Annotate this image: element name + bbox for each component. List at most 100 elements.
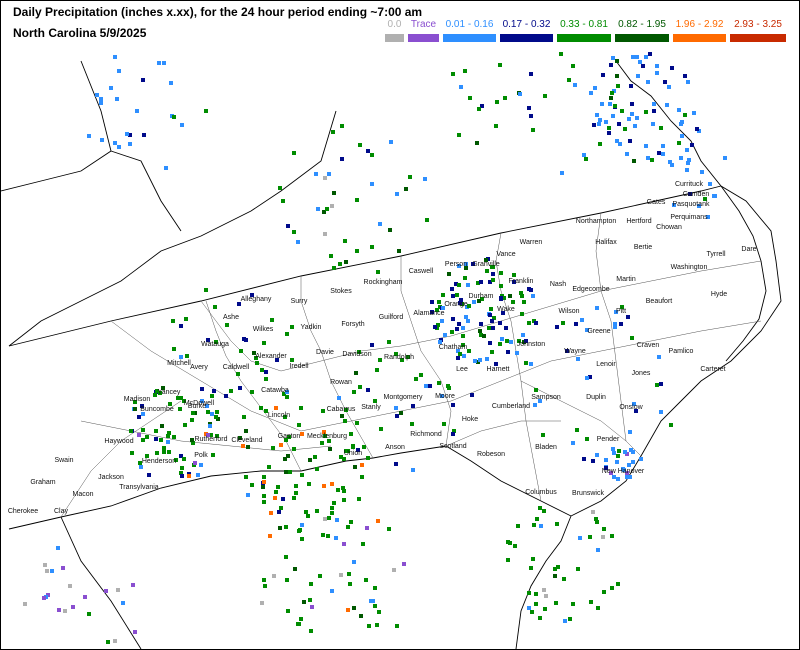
station-marker [644,55,648,59]
county-label: Duplin [586,394,606,401]
county-label: Edgecombe [572,286,609,293]
station-marker [130,451,134,455]
station-marker [342,498,346,502]
station-marker [668,160,672,164]
station-marker [394,462,398,466]
station-marker [612,451,616,455]
station-marker [560,171,564,175]
station-marker [467,349,471,353]
station-marker [190,418,194,422]
station-marker [183,423,187,427]
county-label: Camden [683,191,710,198]
station-marker [433,325,437,329]
county-label: Randolph [384,354,414,361]
station-marker [355,421,359,425]
station-marker [595,113,599,117]
county-label: Swain [54,457,73,464]
station-marker [447,272,451,276]
station-marker [285,332,289,336]
station-marker [685,148,689,152]
station-marker [604,458,608,462]
station-marker [154,437,158,441]
station-marker [611,114,615,118]
station-marker [512,273,516,277]
county-label: Surry [291,298,308,305]
county-label: Orange [444,301,467,308]
station-marker [489,307,493,311]
county-label: Anson [385,444,405,451]
station-marker [631,460,635,464]
station-marker [153,393,157,397]
station-marker [598,142,602,146]
station-marker [443,333,447,337]
station-marker [591,459,595,463]
station-marker [113,141,117,145]
station-marker [262,341,266,345]
station-marker [178,407,182,411]
station-marker [529,566,533,570]
station-marker [184,317,188,321]
station-marker [531,128,535,132]
station-marker [683,74,687,78]
station-marker [241,444,245,448]
station-marker [532,523,536,527]
station-marker [378,222,382,226]
ky-va-border [1,60,112,192]
station-marker [589,600,593,604]
station-marker [451,403,455,407]
station-marker [670,66,674,70]
station-marker [411,404,415,408]
station-marker [359,614,363,618]
station-marker [355,198,359,202]
county-label: Moore [435,393,455,400]
station-marker [490,350,494,354]
station-marker [534,321,538,325]
station-marker [630,112,634,116]
station-marker [137,433,141,437]
station-marker [125,132,129,136]
station-marker [164,166,168,170]
station-marker [283,457,287,461]
station-marker [591,510,595,514]
station-marker [42,596,46,600]
legend-label-4: 0.33 - 0.81 [560,19,608,30]
county-label: Lincoln [268,412,290,419]
station-marker [499,271,503,275]
station-marker [414,377,418,381]
station-marker [279,506,283,510]
station-marker [327,516,331,520]
station-marker [57,608,61,612]
station-marker [353,465,357,469]
station-marker [323,517,327,521]
station-marker [424,384,428,388]
station-marker [392,568,396,572]
station-marker [342,489,346,493]
station-marker [180,123,184,127]
station-marker [616,477,620,481]
station-marker [430,300,434,304]
station-marker [629,84,633,88]
station-marker [638,60,642,64]
station-marker [300,432,304,436]
station-marker [394,406,398,410]
station-marker [633,124,637,128]
station-marker [375,623,379,627]
county-label: Cumberland [492,403,530,410]
station-marker [615,59,619,63]
station-marker [686,161,690,165]
station-marker [376,519,380,523]
station-marker [503,96,507,100]
station-marker [461,334,465,338]
station-markers [23,52,727,644]
station-marker [595,453,599,457]
legend-swatch-2 [443,34,496,42]
station-marker [339,573,343,577]
station-marker [229,389,233,393]
map-frame: Currituck Camden Pasquotank Gates Perquimans… [0,0,800,650]
station-marker [488,313,492,317]
station-marker [680,134,684,138]
station-marker [500,337,504,341]
station-marker [314,172,318,176]
station-marker [451,432,455,436]
station-marker [87,612,91,616]
